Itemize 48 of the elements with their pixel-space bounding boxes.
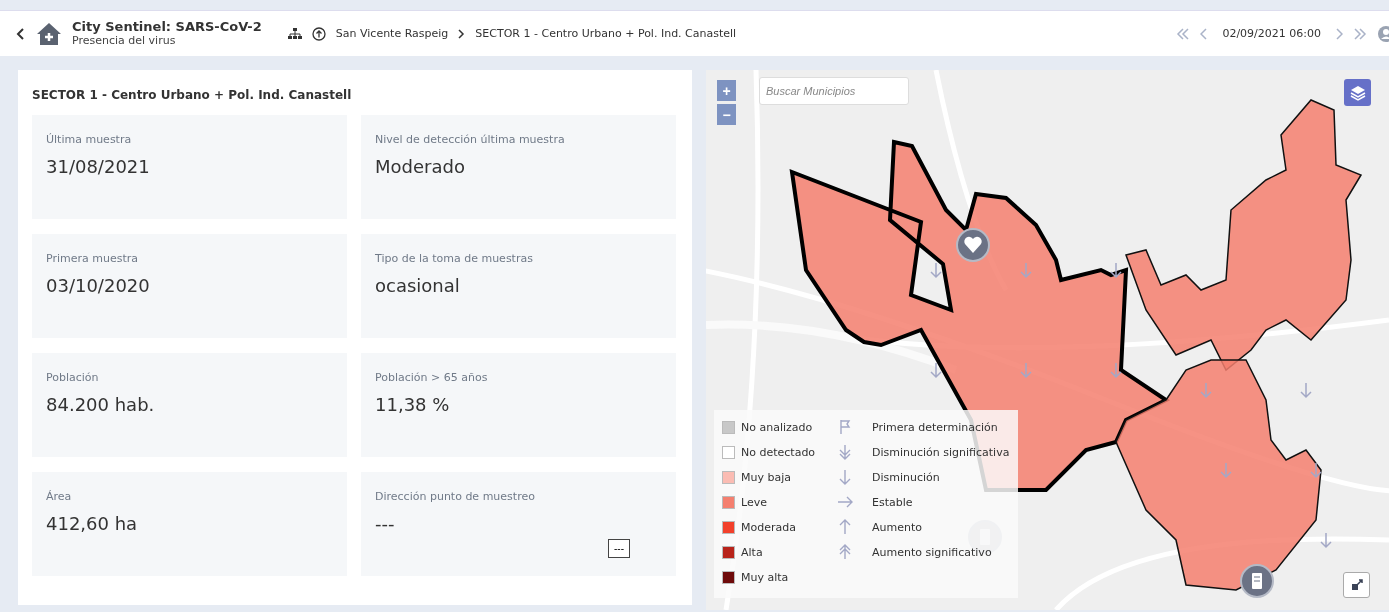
card-value: 11,38 % [375, 394, 450, 415]
back-button[interactable] [16, 26, 26, 41]
legend-label: Primera determinación [872, 420, 998, 434]
card-label: Nivel de detección última muestra [375, 133, 565, 146]
date-time[interactable]: 02/09/2021 06:00 [1222, 27, 1321, 40]
legend-label: No detectado [741, 445, 816, 459]
legend-label: Alta [741, 545, 763, 559]
card-value: --- [375, 513, 395, 534]
card-label: Primera muestra [46, 252, 139, 265]
legend-label: Estable [872, 495, 913, 509]
app-subtitle: Presencia del virus [72, 34, 177, 48]
legend-label: Disminución significativa [872, 445, 1010, 459]
expand-icon [1349, 578, 1364, 592]
legend-label: Muy alta [741, 570, 789, 584]
card-label: Área [46, 490, 72, 503]
more-button[interactable]: --- [608, 539, 630, 558]
card-label: Dirección punto de muestreo [375, 490, 535, 503]
card-label: Población [46, 371, 99, 384]
app-title: City Sentinel: SARS-CoV-2 [72, 19, 262, 35]
fullscreen-button[interactable] [1343, 572, 1370, 598]
card-label: Última muestra [46, 133, 132, 146]
up-arrow-circle-icon[interactable] [311, 26, 326, 41]
breadcrumb-link[interactable]: SECTOR 1 - Centro Urbano + Pol. Ind. Canastell [475, 27, 737, 40]
legend-label: Leve [741, 495, 767, 509]
legend-label: No analizado [741, 420, 813, 434]
card-value: 412,60 ha [46, 513, 138, 534]
card-value: 31/08/2021 [46, 156, 150, 177]
legend-label: Disminución [872, 470, 940, 484]
legend-label: Moderada [741, 520, 796, 534]
user-avatar-icon[interactable] [1377, 24, 1389, 43]
card-value: ocasional [375, 275, 460, 296]
card-value: 03/10/2020 [46, 275, 150, 296]
layers-button[interactable] [1344, 79, 1371, 106]
card-value: Moderado [375, 156, 465, 177]
card-value: 84.200 hab. [46, 394, 155, 415]
layers-icon [1349, 84, 1366, 101]
breadcrumb-link[interactable]: San Vicente Raspeig [335, 27, 449, 40]
legend-label: Aumento significativo [872, 545, 992, 559]
legend-label: Aumento [872, 520, 922, 534]
card-label: Tipo de la toma de muestras [375, 252, 533, 265]
home-icon [36, 21, 62, 46]
search-field[interactable]: Buscar Municipios [759, 77, 909, 105]
heart-marker-icon[interactable] [956, 228, 990, 262]
card-label: Población > 65 años [375, 371, 488, 384]
legend-label: Muy baja [741, 470, 791, 484]
hierarchy-icon[interactable] [287, 27, 302, 40]
panel-title: SECTOR 1 - Centro Urbano + Pol. Ind. Canastell [32, 88, 353, 102]
chevron-right-icon [458, 28, 466, 39]
